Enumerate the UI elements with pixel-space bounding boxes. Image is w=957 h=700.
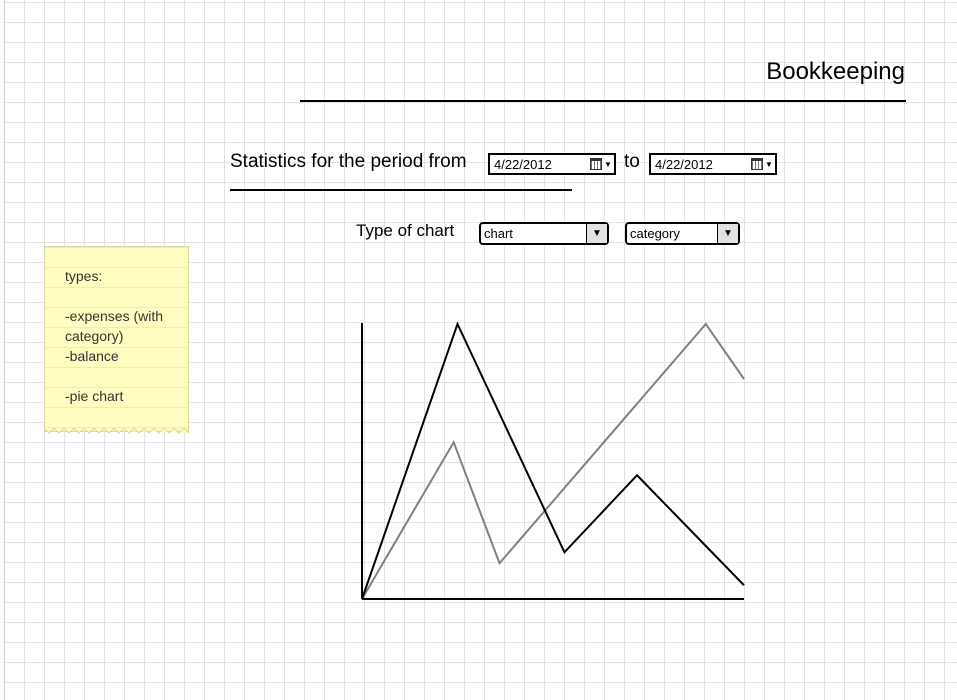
from-date-picker[interactable]: 4/22/2012 ▼ — [488, 153, 616, 175]
to-label: to — [624, 151, 640, 172]
note-line — [65, 286, 178, 306]
chart-type-label: Type of chart — [356, 221, 455, 240]
series-line — [361, 322, 745, 600]
chart-type-select[interactable]: chart ▼ — [479, 222, 609, 245]
dropdown-arrow-icon: ▼ — [604, 159, 612, 169]
period-divider — [230, 189, 572, 191]
to-date-value[interactable]: 4/22/2012 — [651, 157, 749, 172]
sticky-note: types: -expenses (with category) -balanc… — [44, 246, 189, 432]
note-line: -balance — [65, 348, 119, 364]
note-line: -pie chart — [65, 388, 124, 404]
dropdown-arrow-icon: ▼ — [765, 159, 773, 169]
chart-grouping-value: category — [630, 226, 680, 241]
chevron-down-icon[interactable]: ▼ — [717, 224, 738, 243]
calendar-icon — [751, 158, 764, 170]
note-line: -expenses (with — [65, 308, 164, 324]
window-left-border — [0, 0, 5, 700]
note-line: category) — [65, 328, 124, 344]
to-calendar-button[interactable]: ▼ — [749, 155, 775, 173]
period-label: Statistics for the period from — [230, 151, 467, 172]
title-divider — [300, 100, 906, 102]
from-calendar-button[interactable]: ▼ — [588, 155, 614, 173]
chart-type-value: chart — [484, 226, 513, 241]
chevron-down-icon[interactable]: ▼ — [586, 224, 607, 243]
to-date-picker[interactable]: 4/22/2012 ▼ — [649, 153, 777, 175]
page-title: Bookkeeping — [766, 58, 905, 85]
line-chart — [361, 321, 745, 600]
calendar-icon — [590, 158, 603, 170]
from-date-value[interactable]: 4/22/2012 — [490, 157, 588, 172]
sticky-note-torn-edge — [44, 428, 189, 434]
chart-grouping-select[interactable]: category ▼ — [625, 222, 740, 245]
note-line — [65, 366, 178, 386]
series-line — [361, 321, 745, 600]
note-line: types: — [65, 268, 103, 284]
